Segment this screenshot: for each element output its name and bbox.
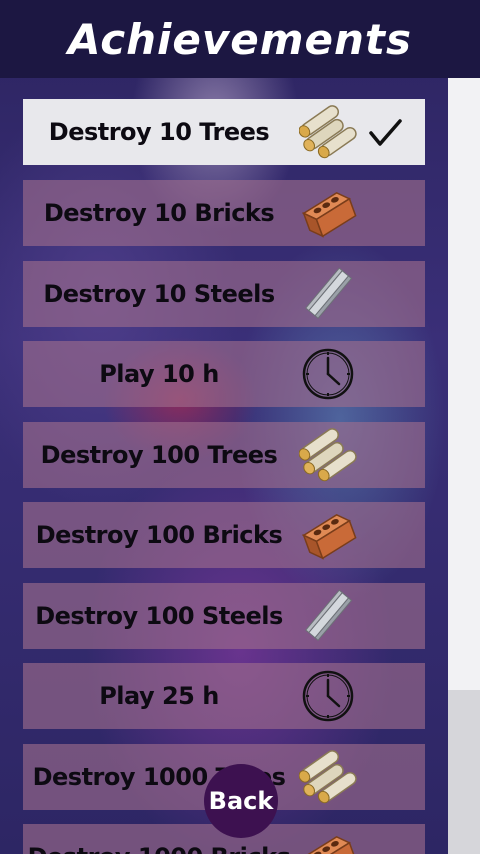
brick-icon — [299, 185, 357, 241]
back-button[interactable]: Back — [204, 764, 278, 838]
achievement-label: Destroy 10 Trees — [48, 118, 270, 146]
brick-icon — [299, 507, 357, 563]
wood-logs-icon — [298, 104, 357, 160]
side-panel — [448, 78, 480, 690]
side-panel-lower — [448, 690, 480, 854]
steel-beam-icon — [299, 266, 357, 322]
steel-beam-icon — [299, 588, 357, 644]
achievement-list[interactable]: Destroy 10 Trees Destroy 10 Bricks Destr… — [23, 99, 425, 854]
achievement-label: Destroy 100 Trees — [40, 441, 278, 469]
achievement-label: Destroy 10 Steels — [43, 280, 275, 308]
checkmark-icon — [365, 113, 405, 153]
page-title: Achievements — [68, 14, 412, 64]
achievement-row[interactable]: Play 10 h — [23, 341, 425, 407]
achievement-label: Play 10 h — [99, 360, 219, 388]
header-bar: Achievements — [0, 0, 480, 78]
achievement-row[interactable]: Destroy 100 Bricks — [23, 502, 425, 568]
achievement-row[interactable]: Destroy 10 Trees — [23, 99, 425, 165]
achievement-label: Destroy 100 Steels — [35, 602, 283, 630]
achievement-label: Play 25 h — [99, 682, 219, 710]
achievement-row[interactable]: Destroy 10 Bricks — [23, 180, 425, 246]
wood-logs-icon — [298, 427, 357, 483]
achievement-row[interactable]: Destroy 100 Steels — [23, 583, 425, 649]
achievement-row[interactable]: Destroy 100 Trees — [23, 422, 425, 488]
achievement-label: Destroy 100 Bricks — [35, 521, 283, 549]
clock-icon — [299, 668, 357, 724]
achievement-label: Destroy 10 Bricks — [43, 199, 275, 227]
achievement-label: Destroy 1000 Bricks — [23, 843, 295, 854]
brick-icon — [299, 829, 357, 854]
wood-logs-icon — [298, 749, 357, 805]
achievement-row[interactable]: Destroy 10 Steels — [23, 261, 425, 327]
achievement-row[interactable]: Play 25 h — [23, 663, 425, 729]
clock-icon — [299, 346, 357, 402]
